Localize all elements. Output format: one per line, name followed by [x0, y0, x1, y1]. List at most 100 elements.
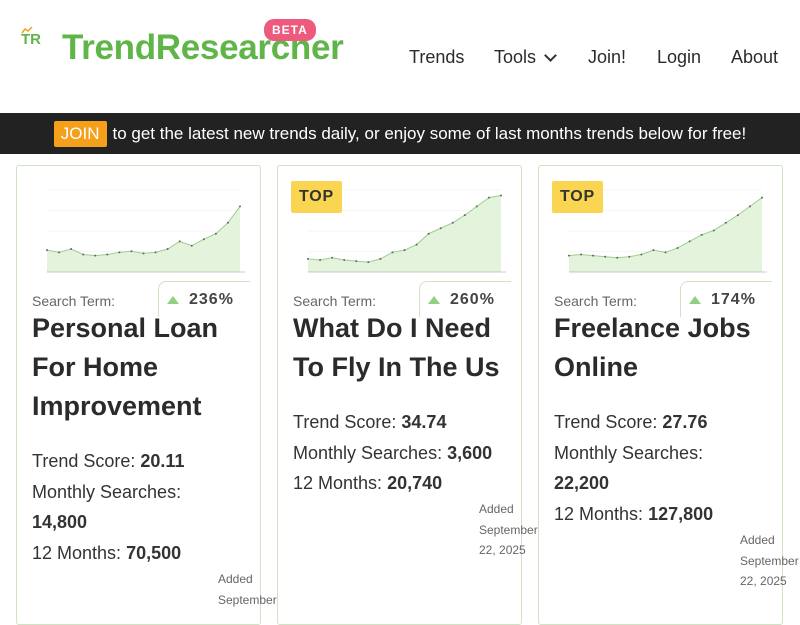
chart-point — [355, 260, 358, 263]
monthly-searches-value: 22,200 — [554, 473, 610, 493]
search-term[interactable]: Personal Loan For Home Improvement — [32, 309, 247, 426]
nav-join[interactable]: Join! — [588, 47, 626, 68]
chart-point — [226, 221, 229, 224]
chart-point — [664, 251, 667, 254]
search-term-label: Search Term: — [554, 293, 637, 309]
chart-area — [47, 206, 240, 272]
chart-point — [307, 257, 309, 260]
trend-score-row: Trend Score: 34.74 — [293, 407, 508, 438]
chart-point — [616, 256, 619, 259]
trend-score-label: Trend Score: — [293, 412, 397, 432]
chart-point — [700, 233, 703, 236]
chart-point — [676, 246, 679, 249]
trend-score-row: Trend Score: 20.11 — [32, 446, 247, 477]
chart-point — [367, 261, 370, 264]
twelve-months-label: 12 Months: — [554, 503, 644, 524]
promo-banner: JOIN to get the latest new trends daily,… — [0, 113, 800, 154]
chart-point — [202, 238, 205, 241]
chart-point — [592, 254, 595, 257]
chart-point — [628, 255, 631, 258]
trend-up-icon — [428, 295, 440, 304]
nav-trends[interactable]: Trends — [409, 47, 464, 68]
chart-point — [46, 249, 48, 252]
monthly-searches-label: Monthly Searches: — [32, 481, 182, 502]
monthly-searches-value: 3,600 — [447, 442, 493, 463]
chart-point — [94, 254, 97, 257]
chart-point — [500, 194, 502, 197]
trend-card[interactable]: 236% Search Term: Personal Loan For Home… — [16, 165, 277, 625]
trend-stats: Trend Score: 27.76 Monthly Searches: 22,… — [554, 407, 769, 529]
chart-point — [319, 258, 322, 261]
twelve-months-row: 12 Months: 70,500 — [32, 538, 247, 569]
chart-point — [475, 205, 478, 208]
chart-point — [415, 243, 418, 246]
chart-point — [58, 251, 61, 254]
trend-stats: Trend Score: 20.11 Monthly Searches: 14,… — [32, 446, 247, 568]
added-date: Added September 22, 2025 — [740, 533, 799, 588]
chart-point — [106, 253, 109, 256]
trend-up-icon — [167, 295, 179, 304]
trend-sparkline-chart — [46, 189, 245, 273]
chart-point — [154, 251, 157, 254]
nav-about[interactable]: About — [731, 47, 778, 68]
twelve-months-row: 12 Months: 20,740 — [293, 468, 508, 499]
chart-point — [70, 248, 73, 251]
chart-point — [190, 244, 193, 247]
chart-point — [214, 232, 217, 235]
chart-point — [451, 221, 454, 224]
trend-score-value: 27.76 — [662, 412, 708, 432]
trend-score-value: 34.74 — [401, 412, 447, 432]
search-term[interactable]: Freelance Jobs Online — [554, 309, 769, 387]
chart-point — [130, 250, 133, 253]
chart-point — [118, 251, 121, 254]
trend-up-icon — [689, 295, 701, 304]
chart-point — [178, 240, 181, 243]
growth-value: 260% — [450, 290, 495, 308]
chart-point — [652, 249, 655, 252]
chart-point — [748, 205, 751, 208]
trend-score-label: Trend Score: — [554, 412, 658, 432]
search-term-label: Search Term: — [293, 293, 376, 309]
chart-point — [343, 258, 346, 261]
growth-value: 236% — [189, 290, 234, 308]
trend-score-value: 20.11 — [140, 451, 185, 471]
site-header: TR TrendResearcher BETA Trends Tools Joi… — [0, 0, 800, 113]
twelve-months-label: 12 Months: — [32, 542, 122, 563]
trend-score-row: Trend Score: 27.76 — [554, 407, 769, 438]
monthly-searches-row: Monthly Searches: 3,600 — [293, 438, 508, 469]
twelve-months-row: 12 Months: 127,800 — [554, 499, 769, 530]
nav-tools-label: Tools — [494, 47, 537, 67]
monthly-searches-label: Monthly Searches: — [293, 442, 443, 463]
chart-point — [82, 253, 85, 256]
top-badge: TOP — [552, 181, 604, 213]
chart-point — [166, 248, 169, 251]
top-badge: TOP — [291, 181, 343, 213]
search-term[interactable]: What Do I Need To Fly In The Us — [293, 309, 508, 387]
twelve-months-value: 20,740 — [387, 473, 443, 493]
chart-point — [487, 196, 490, 199]
trend-card[interactable]: TOP 174% Search Term: Freelance Jobs Onl… — [538, 165, 799, 625]
search-term-label: Search Term: — [32, 293, 115, 309]
chart-point — [379, 257, 382, 260]
join-link[interactable]: JOIN — [53, 120, 107, 147]
growth-value: 174% — [711, 290, 756, 308]
chart-point — [604, 255, 607, 258]
tr-logo-icon[interactable]: TR — [20, 26, 42, 48]
banner-text: to get the latest new trends daily, or e… — [112, 123, 747, 143]
beta-badge: BETA — [264, 19, 316, 41]
chart-point — [712, 229, 715, 232]
chart-point — [580, 253, 583, 256]
chart-point — [736, 214, 739, 217]
chart-point — [640, 253, 643, 256]
chart-point — [391, 251, 394, 254]
chevron-down-icon — [544, 48, 557, 62]
twelve-months-value: 70,500 — [126, 542, 182, 563]
trend-card[interactable]: TOP 260% Search Term: What Do I Need To … — [277, 165, 538, 625]
chart-point — [463, 214, 466, 217]
chart-point — [688, 240, 691, 243]
nav-login[interactable]: Login — [657, 47, 701, 68]
chart-point — [239, 205, 241, 208]
nav-tools[interactable]: Tools — [494, 47, 557, 68]
chart-point — [403, 249, 406, 252]
monthly-searches-label: Monthly Searches: — [554, 442, 704, 463]
